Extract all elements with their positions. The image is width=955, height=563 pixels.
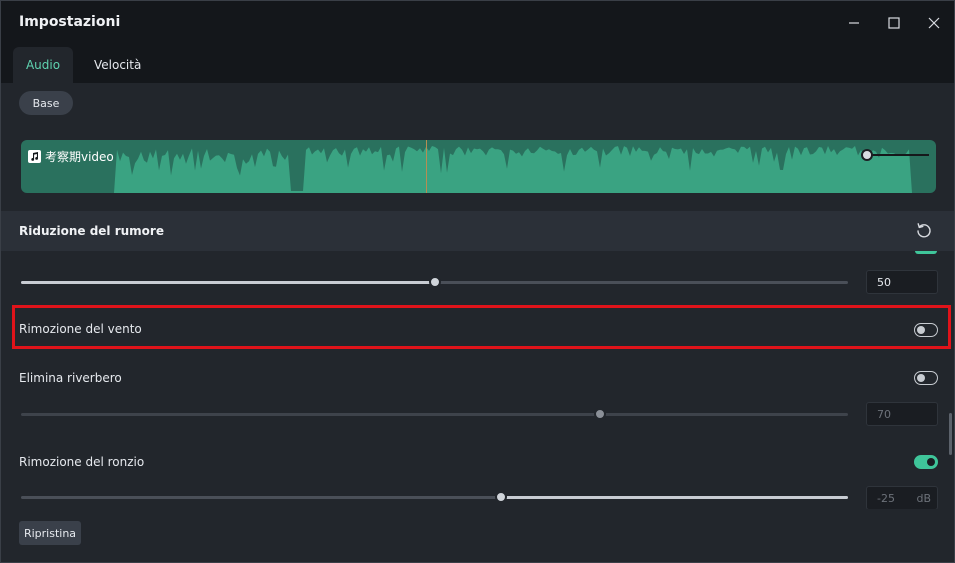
maximize-icon: [888, 17, 900, 29]
reverb-value: 70: [877, 407, 891, 421]
waveform: [21, 146, 936, 193]
hum-value: -25: [877, 491, 895, 505]
hum-removal-toggle[interactable]: [914, 455, 938, 469]
audio-clip-waveform[interactable]: 考察期video: [21, 140, 936, 193]
wind-removal-label: Rimozione del vento: [19, 322, 142, 336]
reset-button[interactable]: Ripristina: [19, 521, 81, 545]
clip-volume-line[interactable]: [861, 148, 931, 162]
slider-fill: [21, 281, 435, 284]
music-note-icon: [28, 150, 41, 163]
subtab-base[interactable]: Base: [19, 91, 73, 115]
noise-level-slider[interactable]: [21, 275, 848, 289]
tab-bar: Audio Velocità: [1, 45, 954, 83]
reverb-toggle[interactable]: [914, 371, 938, 385]
playhead: [426, 140, 427, 193]
reverb-input[interactable]: 70: [866, 402, 938, 426]
noise-level-value: 50: [877, 275, 891, 289]
hum-unit: dB: [916, 492, 931, 505]
minimize-button[interactable]: [839, 9, 869, 37]
toggle-knob: [917, 374, 925, 382]
hum-slider[interactable]: [21, 490, 848, 504]
hum-removal-label: Rimozione del ronzio: [19, 455, 145, 469]
highlight-box: [12, 305, 951, 349]
toggle-knob: [927, 458, 935, 466]
footer: Ripristina: [1, 509, 954, 562]
slider-thumb[interactable]: [594, 408, 606, 420]
window-title: Impostazioni: [19, 14, 121, 30]
slider-thumb[interactable]: [429, 276, 441, 288]
tab-audio[interactable]: Audio: [13, 47, 73, 83]
slider-track: [21, 413, 848, 416]
reset-icon[interactable]: [915, 222, 933, 240]
clip-name: 考察期video: [45, 150, 114, 164]
reverb-label: Elimina riverbero: [19, 371, 122, 385]
reverb-slider[interactable]: [21, 407, 848, 421]
section-title: Riduzione del rumore: [19, 224, 164, 238]
settings-window: Impostazioni Audio Velocità Base 考察期vide…: [0, 0, 955, 563]
tab-velocita[interactable]: Velocità: [81, 47, 154, 83]
close-button[interactable]: [919, 9, 949, 37]
maximize-button[interactable]: [879, 9, 909, 37]
toggle-edge: [915, 251, 937, 254]
clip-volume-track: [867, 154, 929, 156]
wind-removal-toggle[interactable]: [914, 323, 938, 337]
title-bar: Impostazioni: [1, 1, 954, 45]
clip-volume-handle[interactable]: [861, 149, 873, 161]
slider-fill: [501, 496, 848, 499]
toggle-knob: [917, 326, 925, 334]
clip-label: 考察期video: [28, 148, 114, 165]
close-icon: [928, 17, 940, 29]
noise-reduction-header: Riduzione del rumore: [1, 211, 954, 251]
minimize-icon: [849, 22, 859, 24]
scrollbar[interactable]: [949, 413, 952, 455]
noise-level-input[interactable]: 50: [866, 270, 938, 294]
slider-thumb[interactable]: [495, 491, 507, 503]
hum-input[interactable]: -25 dB: [866, 486, 938, 510]
